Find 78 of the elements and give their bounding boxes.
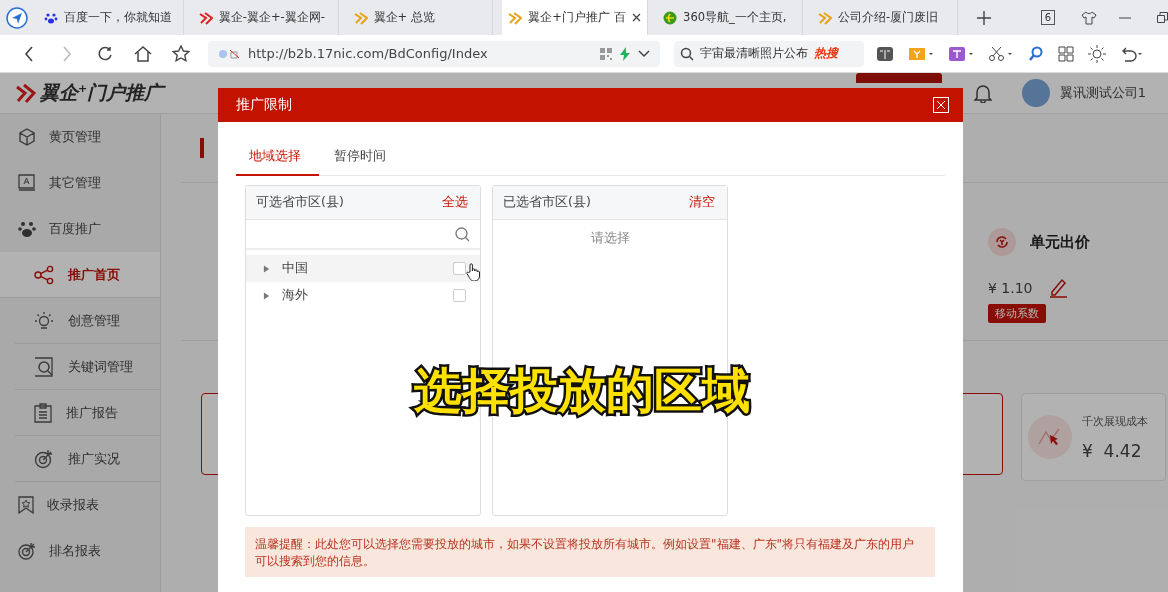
search-icon[interactable] xyxy=(1028,45,1044,62)
cost-value: ¥ 4.42 xyxy=(1082,440,1143,461)
reload-icon[interactable] xyxy=(97,45,113,62)
address-bar[interactable]: http://b2b.17nic.com/BdConfig/Index xyxy=(208,40,660,67)
search-field[interactable]: 宇宙最清晰照片公布 热搜 xyxy=(674,40,864,67)
title-marker xyxy=(200,138,204,158)
logo-icon xyxy=(817,10,832,25)
tab-count[interactable]: 6 xyxy=(1040,10,1056,25)
region-label[interactable]: 中国 xyxy=(282,260,441,277)
tab[interactable]: 暂停时间 xyxy=(321,148,399,176)
price-value: ¥ 1.10 xyxy=(988,280,1033,296)
video-caption: 选择投放的区域 xyxy=(414,362,750,418)
logo-icon xyxy=(198,10,213,25)
shirt-icon[interactable] xyxy=(1081,10,1098,25)
sidebar-item[interactable]: 推广实况 xyxy=(15,436,160,482)
sidebar-item[interactable]: 其它管理 xyxy=(0,160,160,206)
refresh-yen-icon xyxy=(988,228,1016,256)
scissors-icon[interactable] xyxy=(988,45,1014,62)
back-icon[interactable] xyxy=(24,45,34,62)
target-icon xyxy=(18,542,36,560)
undo-icon[interactable] xyxy=(1120,45,1144,62)
light-bulb-icon xyxy=(34,310,54,331)
logo-icon xyxy=(508,10,523,25)
modal-title: 推广限制 xyxy=(236,96,292,114)
region-label[interactable]: 海外 xyxy=(282,287,441,304)
tab[interactable]: 地域选择 xyxy=(236,148,319,176)
checkbox[interactable] xyxy=(453,289,466,302)
share-icon xyxy=(34,264,54,285)
search-icon[interactable] xyxy=(455,226,470,242)
target-icon xyxy=(34,448,54,469)
clear-link[interactable]: 清空 xyxy=(689,194,715,211)
sidebar-item[interactable]: 推广报告 xyxy=(15,390,160,436)
sidebar-item[interactable]: 排名报表 xyxy=(0,528,160,574)
caret-icon[interactable] xyxy=(263,291,270,300)
card-title: 千次展现成本 xyxy=(1082,413,1148,429)
grid-icon[interactable] xyxy=(1058,45,1074,62)
tag: 移动系数 xyxy=(988,304,1046,323)
sidebar-item[interactable]: 收录报表 xyxy=(0,482,160,528)
logo-text: 翼企$^{+}$门户推广 xyxy=(40,80,164,105)
star-icon[interactable] xyxy=(172,45,190,62)
bookmark-star-icon xyxy=(18,496,34,514)
restore-icon[interactable] xyxy=(1157,12,1168,23)
tree-row[interactable]: 中国 xyxy=(246,255,480,282)
sidebar-item[interactable]: 关键词管理 xyxy=(15,344,160,390)
user-name[interactable]: 翼讯测试公司1 xyxy=(1059,84,1146,102)
sun-icon[interactable] xyxy=(1088,44,1106,63)
card-title: 单元出价 xyxy=(1030,232,1090,252)
logo-icon xyxy=(14,82,36,104)
browser-tab[interactable]: 翼企+门户推广 百 xyxy=(502,0,649,35)
paw-icon xyxy=(18,220,36,238)
notice-text: 温馨提醒：此处您可以选择您需要投放的城市，如果不设置将投放所有城市。例如设置"福建、广东"将只有福建及广东的用户可以搜索到您的信息。 xyxy=(245,527,935,577)
empty-hint: 请选择 xyxy=(589,230,631,247)
sidebar-item[interactable]: 百度推广 xyxy=(0,206,160,252)
navigation-icon[interactable] xyxy=(6,6,28,29)
tree-row[interactable]: 海外 xyxy=(246,282,480,309)
chart-cursor-icon xyxy=(1028,415,1072,459)
close-icon[interactable] xyxy=(632,13,642,22)
hand-cursor-icon xyxy=(466,263,480,281)
sidebar-item[interactable]: 创意管理 xyxy=(15,298,160,344)
qr-code-icon[interactable] xyxy=(600,47,612,60)
shield-icon xyxy=(218,48,240,59)
search-icon xyxy=(680,46,694,61)
home-icon[interactable] xyxy=(134,45,152,62)
sidebar-item[interactable]: 黄页管理 xyxy=(0,114,160,160)
panel-title: 已选省市区(县) xyxy=(503,194,591,211)
checkbox[interactable] xyxy=(453,262,466,275)
caret-icon[interactable] xyxy=(263,264,270,273)
clipboard-icon xyxy=(34,402,52,423)
bell-icon[interactable] xyxy=(973,83,992,103)
sidebar-item[interactable]: 推广首页 xyxy=(0,252,160,298)
cube-icon xyxy=(18,128,36,146)
search-icon xyxy=(34,356,54,377)
panel-title: 可选省市区(县) xyxy=(256,194,344,211)
logo-icon xyxy=(353,10,368,25)
select-all-link[interactable]: 全选 xyxy=(442,194,468,211)
globe-icon xyxy=(663,10,678,25)
chevron-down-icon[interactable] xyxy=(638,49,650,58)
new-tab-icon[interactable] xyxy=(976,10,991,25)
